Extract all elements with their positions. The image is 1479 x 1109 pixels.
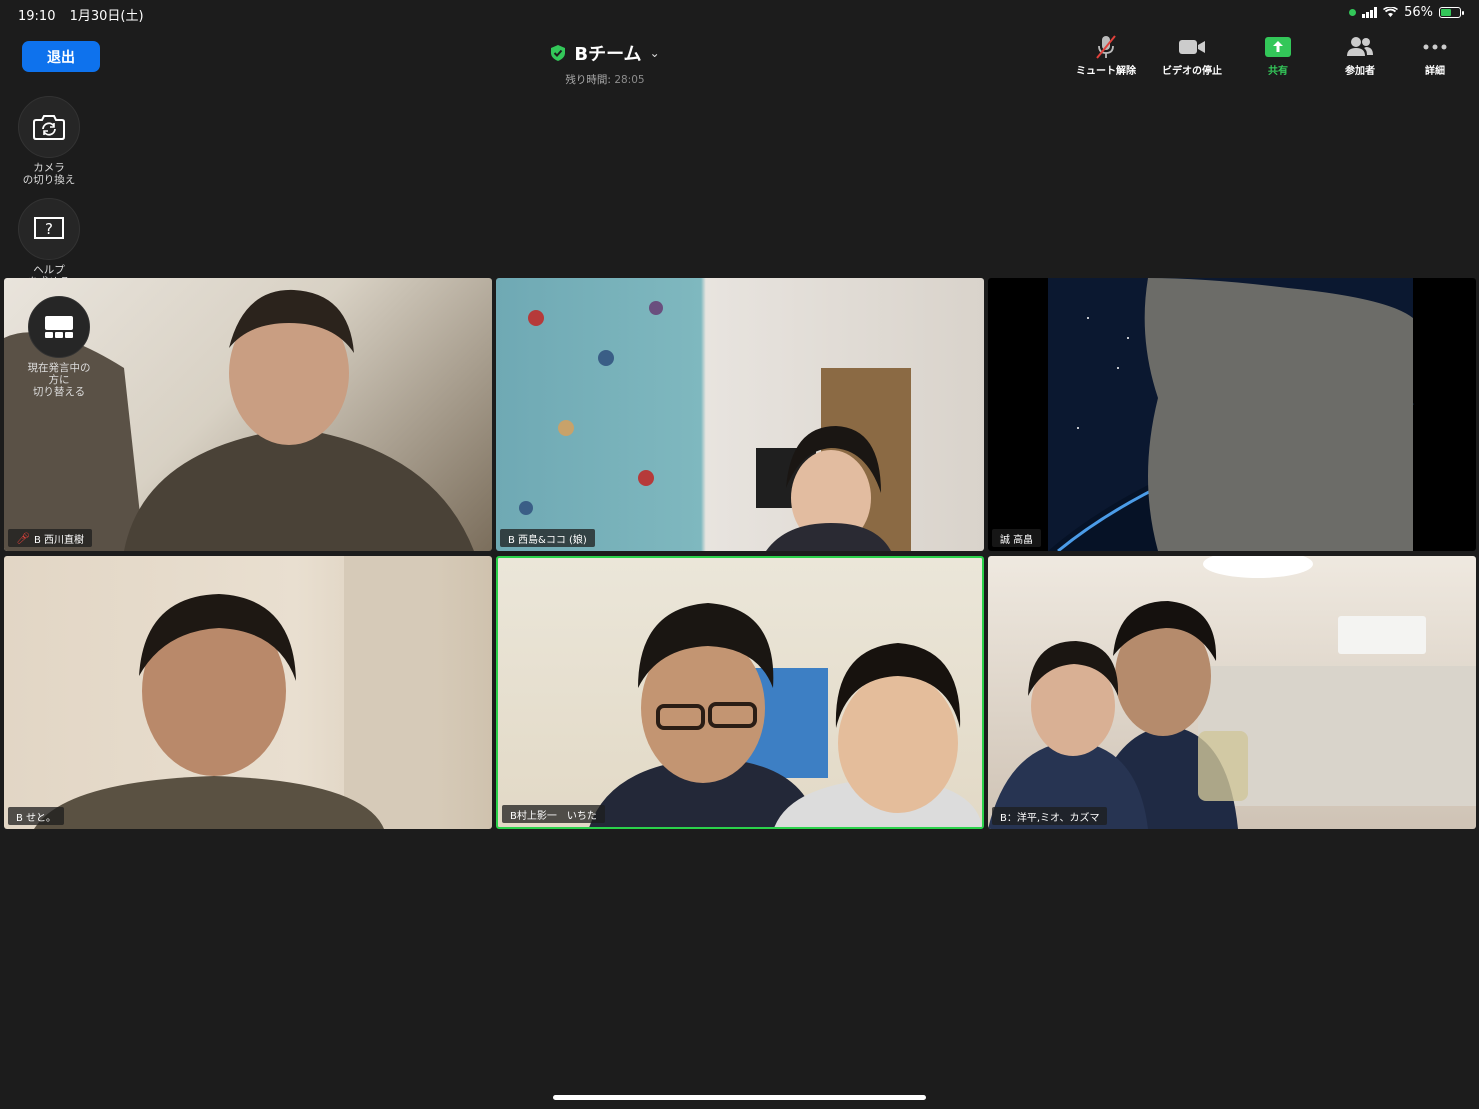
video-feed — [34, 556, 434, 829]
ask-for-help-button[interactable]: ? ヘルプ を求める — [18, 198, 80, 288]
help-icon: ? — [34, 217, 64, 239]
home-indicator[interactable] — [553, 1095, 926, 1100]
microphone-muted-icon — [1096, 35, 1116, 59]
participant-name-tag: 誠 高畠 — [992, 529, 1042, 547]
video-camera-icon — [1179, 40, 1205, 54]
cellular-signal-icon — [1362, 7, 1378, 18]
leave-meeting-button[interactable]: 退出 — [22, 41, 100, 72]
meeting-name: Bチーム — [574, 44, 642, 65]
video-tile-active-speaker[interactable]: B村上影一 いちた — [496, 556, 984, 829]
camera-indicator-icon — [1349, 9, 1357, 16]
microphone-muted-icon: 🎤︎ — [16, 531, 30, 545]
video-feed — [589, 603, 982, 827]
participant-name-tag: B：洋平,ミオ、カズマ — [992, 807, 1108, 825]
video-tile[interactable]: 誠 高畠 — [988, 278, 1476, 551]
status-time: 19:10 — [18, 9, 56, 24]
ellipsis-icon — [1423, 44, 1447, 50]
svg-text:?: ? — [45, 220, 53, 238]
remaining-time: 残り時間: 28:05 — [565, 74, 645, 86]
participant-name-tag: 🎤︎ B 西川直樹 — [8, 529, 93, 547]
shield-check-icon — [551, 45, 566, 61]
speaker-view-icon — [45, 316, 73, 338]
wifi-icon — [1383, 7, 1399, 17]
video-tile[interactable]: B 西島&ココ (娘) — [496, 278, 984, 551]
video-feed — [1048, 278, 1414, 551]
battery-percent: 56% — [1404, 5, 1433, 20]
video-feed — [988, 556, 1476, 829]
unmute-button[interactable]: ミュート解除 — [1061, 34, 1151, 77]
status-bar: 19:10 1月30日(土) 56% — [0, 0, 1479, 26]
meeting-title[interactable]: Bチーム ⌄ 残り時間: 28:05 — [540, 40, 670, 87]
switch-to-speaker-view-button[interactable]: 現在発言中の 方に 切り替える — [18, 296, 91, 398]
battery-icon — [1439, 7, 1464, 18]
switch-camera-button[interactable]: カメラ の切り換え — [18, 96, 80, 186]
status-date: 1月30日(土) — [69, 9, 144, 24]
video-tile[interactable]: B：洋平,ミオ、カズマ — [988, 556, 1476, 829]
participant-name-tag: B せと。 — [8, 807, 65, 825]
camera-switch-icon — [33, 115, 65, 140]
share-button[interactable]: 共有 — [1233, 34, 1323, 77]
video-feed — [519, 301, 911, 551]
participant-name-tag: B村上影一 いちた — [502, 805, 605, 823]
more-button[interactable]: 詳細 — [1390, 34, 1479, 77]
participants-icon — [1347, 37, 1373, 56]
chevron-down-icon: ⌄ — [649, 46, 660, 60]
share-screen-icon — [1265, 37, 1291, 57]
stop-video-button[interactable]: ビデオの停止 — [1147, 34, 1237, 77]
participant-name-tag: B 西島&ココ (娘) — [500, 529, 595, 547]
video-tile[interactable]: B せと。 — [4, 556, 492, 829]
